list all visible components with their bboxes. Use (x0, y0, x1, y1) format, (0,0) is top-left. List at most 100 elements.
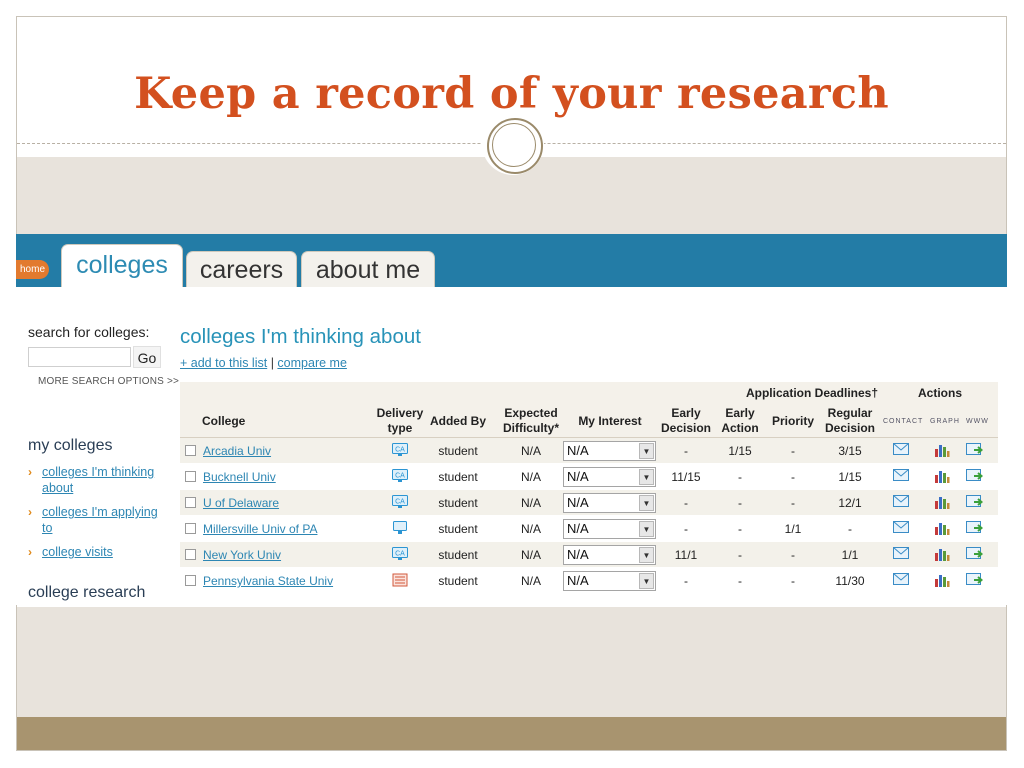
interest-select[interactable]: N/A ▼ (563, 441, 656, 461)
header-line: Decision (824, 421, 875, 435)
interest-select[interactable]: N/A ▼ (563, 519, 656, 539)
beige-band-bottom (17, 607, 1006, 717)
svg-text:CA: CA (395, 551, 405, 558)
header-line: Expected (504, 406, 558, 420)
interest-select[interactable]: N/A ▼ (563, 545, 656, 565)
home-button[interactable]: home (16, 260, 49, 279)
college-link[interactable]: U of Delaware (203, 490, 279, 516)
priority-cell: - (791, 574, 795, 588)
regular-decision-cell: 1/15 (838, 470, 862, 484)
bar-graph-icon[interactable] (934, 469, 950, 483)
table-row: New York Univ CA student N/A 11/1 - - 1/1 N/A ▼ (180, 542, 998, 568)
row-checkbox[interactable] (185, 549, 196, 560)
priority-cell: - (791, 496, 795, 510)
college-link[interactable]: New York Univ (203, 542, 281, 568)
bar-graph-icon[interactable] (934, 495, 950, 509)
web-link-icon[interactable] (966, 521, 984, 535)
nav-bar: home colleges careers about me (16, 234, 1007, 287)
bar-graph-icon[interactable] (934, 443, 950, 457)
list-actions: + add to this list | compare me (180, 356, 347, 370)
interest-select[interactable]: N/A ▼ (563, 571, 656, 591)
more-search-options-link[interactable]: MORE SEARCH OPTIONS >> (38, 376, 179, 387)
col-my-interest[interactable]: My Interest (572, 414, 648, 429)
table-header: Application Deadlines† Actions College D… (180, 382, 998, 438)
row-checkbox[interactable] (185, 471, 196, 482)
web-link-icon[interactable] (966, 469, 984, 483)
early-decision-cell: - (684, 522, 688, 536)
bar-graph-icon[interactable] (934, 573, 950, 587)
sidebar-item-college-visits[interactable]: college visits (42, 544, 113, 560)
tab-about-me[interactable]: about me (301, 251, 435, 287)
interest-select[interactable]: N/A ▼ (563, 467, 656, 487)
search-input[interactable] (28, 347, 131, 367)
regular-decision-cell: - (848, 522, 852, 536)
header-line: Difficulty* (502, 421, 559, 435)
dropdown-arrow-icon[interactable]: ▼ (639, 495, 654, 511)
go-button[interactable]: Go (133, 346, 161, 368)
col-contact: CONTACT (883, 418, 924, 425)
col-early-action[interactable]: Early Action (717, 406, 763, 436)
web-link-icon[interactable] (966, 573, 984, 587)
added-by-cell: student (438, 470, 478, 484)
add-to-list-link[interactable]: + add to this list (180, 356, 267, 370)
col-added-by[interactable]: Added By (428, 414, 488, 429)
row-checkbox[interactable] (185, 575, 196, 586)
row-checkbox[interactable] (185, 497, 196, 508)
col-priority[interactable]: Priority (765, 414, 821, 429)
table-row: Millersville Univ of PA student N/A - - 1/1 - N… (180, 516, 998, 542)
dropdown-arrow-icon[interactable]: ▼ (639, 521, 654, 537)
envelope-icon[interactable] (893, 469, 909, 483)
col-difficulty[interactable]: Expected Difficulty* (498, 406, 564, 436)
col-college[interactable]: College (202, 414, 245, 429)
dropdown-arrow-icon[interactable]: ▼ (639, 547, 654, 563)
common-app-icon: CA (392, 469, 408, 483)
col-graph: GRAPH (930, 418, 960, 425)
difficulty-cell: N/A (520, 496, 541, 510)
content-area: search for colleges: Go MORE SEARCH OPTI… (16, 287, 1007, 605)
dropdown-arrow-icon[interactable]: ▼ (639, 573, 654, 589)
difficulty-cell: N/A (520, 522, 541, 536)
bar-graph-icon[interactable] (934, 521, 950, 535)
dropdown-arrow-icon[interactable]: ▼ (639, 469, 654, 485)
early-action-cell: - (738, 574, 742, 588)
interest-select[interactable]: N/A ▼ (563, 493, 656, 513)
web-link-icon[interactable] (966, 495, 984, 509)
difficulty-cell: N/A (520, 444, 541, 458)
dropdown-arrow-icon[interactable]: ▼ (639, 443, 654, 459)
web-link-icon[interactable] (966, 443, 984, 457)
added-by-cell: student (438, 574, 478, 588)
actions-group-header: Actions (917, 386, 962, 400)
row-checkbox[interactable] (185, 523, 196, 534)
early-action-cell: - (738, 470, 742, 484)
envelope-icon[interactable] (893, 573, 909, 587)
row-checkbox[interactable] (185, 445, 196, 456)
sidebar-item-label: college visits (42, 545, 113, 559)
envelope-icon[interactable] (893, 547, 909, 561)
tab-colleges[interactable]: colleges (61, 244, 183, 287)
added-by-cell: student (438, 548, 478, 562)
col-early-decision[interactable]: Early Decision (658, 406, 714, 436)
envelope-icon[interactable] (893, 495, 909, 509)
interest-value: N/A (567, 469, 589, 484)
envelope-icon[interactable] (893, 521, 909, 535)
tab-careers[interactable]: careers (186, 251, 297, 287)
college-link[interactable]: Pennsylvania State Univ (203, 568, 333, 594)
col-regular-decision[interactable]: Regular Decision (822, 406, 878, 436)
bar-graph-icon[interactable] (934, 547, 950, 561)
sidebar-item-label: colleges I'm applying (42, 505, 158, 519)
college-link[interactable]: Millersville Univ of PA (203, 516, 317, 542)
regular-decision-cell: 12/1 (838, 496, 862, 510)
sidebar-item-thinking-about[interactable]: colleges I'm thinking about (42, 464, 154, 496)
web-link-icon[interactable] (966, 547, 984, 561)
paper-app-icon (392, 573, 408, 587)
compare-me-link[interactable]: compare me (277, 356, 346, 370)
col-delivery-type: Delivery type (372, 406, 428, 436)
sidebar-item-applying-to[interactable]: colleges I'm applying to (42, 504, 158, 536)
difficulty-cell: N/A (520, 548, 541, 562)
header-line: Regular (827, 406, 873, 420)
college-link[interactable]: Bucknell Univ (203, 464, 276, 490)
priority-cell: 1/1 (784, 522, 802, 536)
college-link[interactable]: Arcadia Univ (203, 438, 271, 464)
envelope-icon[interactable] (893, 443, 909, 457)
early-action-cell: 1/15 (728, 444, 752, 458)
